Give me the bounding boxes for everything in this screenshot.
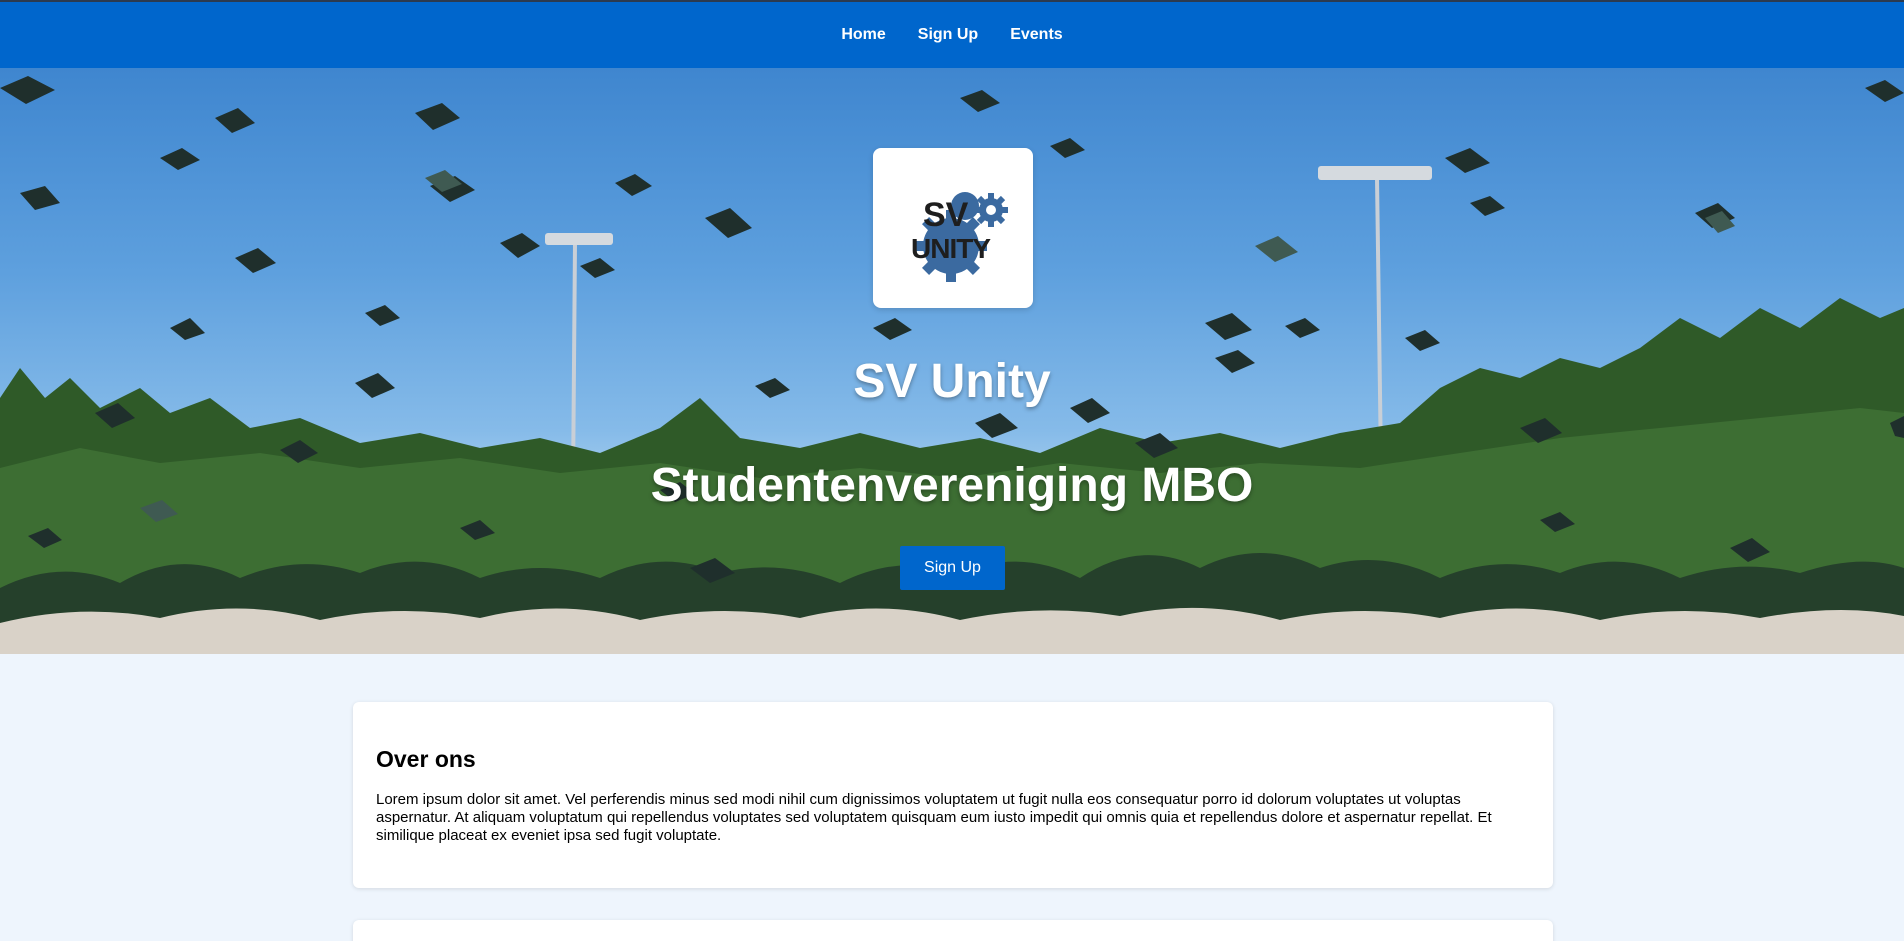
about-body: Lorem ipsum dolor sit amet. Vel perferen… bbox=[376, 791, 1492, 844]
top-navbar: Home Sign Up Events bbox=[0, 2, 1904, 68]
about-card: Over ons Lorem ipsum dolor sit amet. Vel… bbox=[353, 702, 1553, 888]
hero-banner: SV UNITY SV Unity Studentenvereniging MB… bbox=[0, 68, 1904, 654]
svg-text:UNITY: UNITY bbox=[911, 233, 991, 264]
gear-logo-icon: SV UNITY bbox=[911, 192, 1008, 282]
nav-signup-link[interactable]: Sign Up bbox=[918, 26, 978, 44]
nav-events-link[interactable]: Events bbox=[1010, 26, 1062, 44]
about-heading: Over ons bbox=[376, 746, 476, 772]
hero-signup-button[interactable]: Sign Up bbox=[900, 546, 1005, 590]
svg-text:SV: SV bbox=[923, 196, 969, 234]
next-card bbox=[353, 920, 1553, 941]
nav-home-link[interactable]: Home bbox=[841, 26, 885, 44]
hero-title: SV Unity bbox=[853, 355, 1051, 408]
hero-subtitle: Studentenvereniging MBO bbox=[650, 459, 1254, 512]
sv-unity-logo: SV UNITY bbox=[873, 148, 1033, 308]
